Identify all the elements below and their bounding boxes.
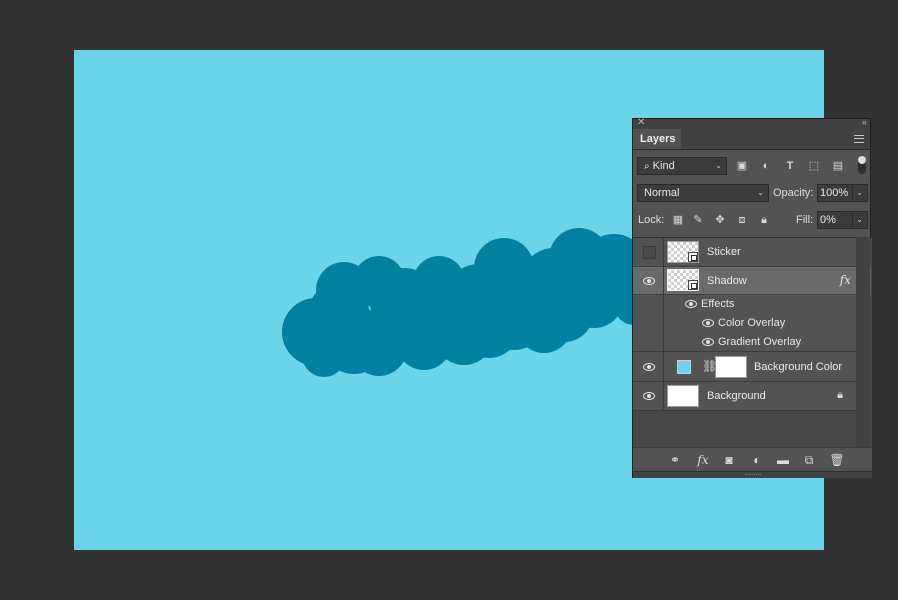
visibility-cell: [633, 314, 664, 333]
layer-mask-thumbnail[interactable]: [715, 356, 747, 378]
shape-filter-icon[interactable]: ⬚: [807, 159, 821, 173]
panel-resize-handle[interactable]: [633, 471, 872, 478]
type-filter-icon[interactable]: T: [783, 159, 797, 173]
layer-name[interactable]: Sticker: [707, 246, 741, 258]
lock-transparent-icon[interactable]: ▦: [671, 213, 685, 227]
eye-icon[interactable]: [685, 300, 697, 308]
layers-panel: ✕ ‹‹ Layers ⌕ Kind ⌄ ▣ ◐ T ⬚ ▤ Normal ⌄ …: [632, 117, 872, 478]
panel-tab-row: Layers: [633, 129, 870, 150]
effect-row-color-overlay[interactable]: Color Overlay: [633, 314, 857, 333]
panel-menu-icon[interactable]: [854, 135, 864, 143]
opacity-slider-toggle[interactable]: ⌄: [852, 185, 867, 201]
folder-icon[interactable]: ▬: [775, 452, 791, 468]
blend-mode-value: Normal: [644, 187, 680, 199]
eye-icon[interactable]: [643, 277, 655, 285]
fill-slider-toggle[interactable]: ⌄: [852, 212, 867, 228]
lock-image-brush-icon[interactable]: ✎: [691, 213, 705, 227]
shadow-blob-part: [353, 256, 405, 308]
smart-object-filter-icon[interactable]: ▤: [831, 159, 845, 173]
lock-artboard-icon[interactable]: ⧈: [735, 213, 749, 227]
visibility-cell[interactable]: [633, 382, 664, 410]
opacity-field[interactable]: 100% ⌄: [817, 184, 868, 202]
filter-kind-label: Kind: [652, 160, 675, 172]
eye-icon[interactable]: [643, 363, 655, 371]
layer-row-sticker[interactable]: Sticker: [633, 238, 857, 267]
visibility-cell: [633, 333, 664, 351]
fx-icon[interactable]: fx: [840, 273, 851, 287]
blend-mode-dropdown[interactable]: Normal ⌄: [637, 184, 769, 202]
lock-label: Lock:: [638, 214, 665, 226]
search-icon: ⌕: [644, 161, 650, 172]
fx-icon[interactable]: fx: [695, 452, 711, 468]
effects-label[interactable]: Effects: [701, 298, 734, 310]
visibility-off-box[interactable]: [643, 246, 656, 259]
effect-name[interactable]: Color Overlay: [718, 317, 785, 329]
chevron-down-icon: ⌄: [715, 161, 722, 170]
layer-thumbnail: [667, 241, 699, 263]
effect-name[interactable]: Gradient Overlay: [718, 336, 801, 348]
eye-icon[interactable]: [702, 338, 714, 346]
smart-object-icon: [688, 252, 698, 262]
eye-icon[interactable]: [702, 319, 714, 327]
shadow-text-shape: [282, 228, 679, 377]
shadow-blob-part: [459, 298, 519, 358]
layer-thumbnail: [667, 385, 699, 407]
trash-icon[interactable]: 🗑︎: [829, 452, 845, 468]
smart-object-icon: [688, 280, 698, 290]
close-icon[interactable]: ✕: [637, 117, 645, 128]
opacity-value[interactable]: 100%: [818, 185, 854, 201]
lock-position-move-icon[interactable]: ✥: [713, 213, 727, 227]
new-layer-icon[interactable]: ⧉: [801, 452, 817, 468]
shadow-blob-part: [516, 297, 572, 353]
visibility-cell[interactable]: [633, 352, 664, 381]
layer-row-background[interactable]: Background 🔒︎: [633, 382, 857, 411]
pixel-filter-icon[interactable]: ▣: [735, 159, 749, 173]
layer-thumbnail: [667, 269, 699, 291]
effect-row-gradient-overlay[interactable]: Gradient Overlay: [633, 333, 857, 352]
shadow-blob-part: [302, 333, 346, 377]
layers-footer: ⚭ fx ◙ ◐ ▬ ⧉ 🗑︎: [633, 447, 872, 472]
visibility-cell: [633, 295, 664, 314]
mask-icon[interactable]: ◙: [721, 452, 737, 468]
chevron-down-icon: ⌄: [856, 188, 863, 197]
layers-list: Sticker Shadow fx ⌃ Effects Color Overla…: [633, 237, 872, 448]
eye-icon[interactable]: [643, 392, 655, 400]
fill-field[interactable]: 0% ⌄: [817, 211, 868, 229]
opacity-label: Opacity:: [773, 187, 814, 199]
layer-row-background-color[interactable]: ⛓︎ Background Color: [633, 352, 857, 382]
filter-toggle[interactable]: [858, 156, 866, 174]
chevron-down-icon: ⌄: [856, 215, 863, 224]
layer-row-shadow[interactable]: Shadow fx ⌃: [633, 267, 871, 295]
layer-name[interactable]: Background Color: [754, 361, 842, 373]
layer-name[interactable]: Shadow: [707, 275, 747, 287]
layers-scrollbar[interactable]: [856, 237, 870, 447]
panel-titlebar[interactable]: ✕ ‹‹: [633, 117, 870, 129]
adjustment-filter-icon[interactable]: ◐: [759, 159, 773, 173]
adjustment-icon[interactable]: ◐: [749, 452, 765, 468]
lock-icon: 🔒︎: [837, 389, 843, 401]
filter-kind-dropdown[interactable]: ⌕ Kind ⌄: [637, 157, 727, 175]
chevron-down-icon: ⌄: [757, 188, 764, 197]
link-icon[interactable]: ⚭: [667, 452, 683, 468]
tab-layers[interactable]: Layers: [633, 129, 681, 149]
collapse-panel-icon[interactable]: ‹‹: [862, 117, 867, 127]
shadow-blob-part: [396, 314, 452, 370]
effects-row[interactable]: Effects: [633, 295, 857, 314]
solid-color-swatch[interactable]: [677, 360, 691, 374]
visibility-cell[interactable]: [633, 267, 664, 294]
visibility-cell[interactable]: [633, 238, 664, 266]
fill-label: Fill:: [796, 214, 814, 226]
layer-name[interactable]: Background: [707, 390, 766, 402]
lock-all-icon[interactable]: 🔒︎: [757, 213, 771, 227]
fill-value[interactable]: 0%: [818, 212, 854, 228]
